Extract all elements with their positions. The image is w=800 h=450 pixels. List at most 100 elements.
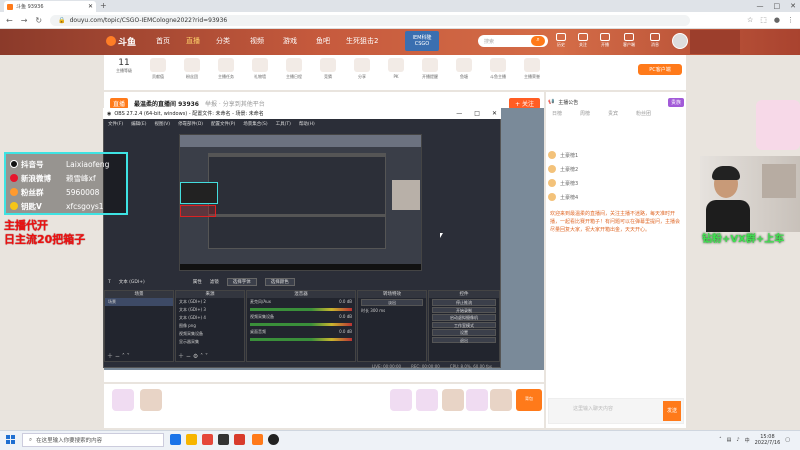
clock[interactable]: 15:08 2022/7/16 [755, 434, 781, 446]
tab-weekly[interactable]: 周榜 [580, 110, 590, 117]
tab-close-icon[interactable]: ✕ [88, 3, 93, 10]
chrome-icon[interactable] [170, 434, 181, 445]
obs-close-button[interactable]: ✕ [492, 110, 497, 117]
message-button[interactable]: 消息 [646, 33, 664, 48]
room-stat-pond[interactable]: 鱼塘 [448, 58, 480, 80]
room-stat-honor[interactable]: 主播荣誉 [516, 58, 548, 80]
room-stat-giftwall[interactable]: 礼物墙 [244, 58, 276, 80]
gift-item[interactable] [490, 389, 512, 411]
nav-special[interactable]: 生死狙击2 [346, 36, 378, 46]
client-button[interactable]: 客户端 [620, 33, 638, 48]
obs-maximize-button[interactable]: □ [474, 110, 480, 117]
nav-video[interactable]: 视频 [250, 36, 264, 46]
new-tab-button[interactable]: + [100, 1, 107, 10]
obs-menu-tools[interactable]: 工具(T) [276, 121, 291, 127]
history-button[interactable]: 历史 [552, 33, 570, 48]
tab-fans[interactable]: 粉丝团 [636, 110, 651, 117]
noble-badge[interactable]: 贵族 [667, 97, 684, 107]
source-item[interactable]: 文本 (GDI+) 3 [176, 306, 244, 314]
obs-menu-edit[interactable]: 编辑(E) [131, 121, 146, 127]
gift-item[interactable] [442, 389, 464, 411]
obs-taskbar-icon[interactable] [268, 434, 279, 445]
source-item[interactable]: 文本 (GDI+) 4 [176, 314, 244, 322]
transition-select[interactable]: 淡出 [361, 299, 423, 306]
obs-menu-scenes[interactable]: 场景集合(S) [243, 121, 267, 127]
taskbar-search[interactable]: ⌕ 在这里输入你要搜索的内容 [22, 433, 164, 447]
pc-client-button[interactable]: PC客户端 [638, 64, 682, 75]
back-icon[interactable]: ← [6, 16, 13, 25]
side-decoration[interactable] [756, 100, 800, 150]
forward-icon[interactable]: → [21, 16, 28, 25]
obs-menu-profile[interactable]: 配置文件(P) [211, 121, 235, 127]
gift-item[interactable] [466, 389, 488, 411]
obs-menu-help[interactable]: 帮助(H) [299, 121, 315, 127]
properties-button[interactable]: 属性 [193, 279, 202, 285]
maximize-button[interactable]: □ [774, 2, 781, 10]
duration-value[interactable]: 300 ms [370, 308, 385, 313]
stop-streaming-button[interactable]: 停止推流 [432, 299, 496, 306]
gift-item[interactable] [416, 389, 438, 411]
source-item[interactable]: 图像 png [176, 322, 244, 330]
app-icon[interactable] [202, 434, 213, 445]
room-stat-remind[interactable]: 开播提醒 [414, 58, 446, 80]
reload-icon[interactable]: ↻ [35, 16, 42, 25]
nav-live[interactable]: 直播 [186, 36, 200, 46]
room-stat-fans[interactable]: 粉丝团 [176, 58, 208, 80]
settings-button[interactable]: 设置 [432, 329, 496, 336]
browser-tab[interactable]: 斗鱼 93936 ✕ [4, 1, 96, 12]
source-controls[interactable]: ＋ − ⚙ ˄ ˅ [178, 351, 208, 360]
nav-category[interactable]: 分类 [216, 36, 230, 46]
anchor-level[interactable]: 11 主播等级 [108, 58, 140, 74]
rank-item[interactable]: 土豪榜4 [548, 190, 680, 204]
scene-controls[interactable]: ＋ − ˄ ˅ [107, 351, 130, 360]
notification-icon[interactable]: ▢ [785, 437, 790, 443]
nav-event-banner[interactable]: IEM科隆 CSGO [405, 31, 439, 51]
room-subtitle[interactable]: 举报 · 分享到其他平台 [205, 99, 265, 108]
app-icon[interactable] [218, 434, 229, 445]
room-stat-guess[interactable]: 竞猜 [312, 58, 344, 80]
start-live-button[interactable]: 开播 [596, 33, 614, 48]
obs-menu-file[interactable]: 文件(F) [108, 121, 123, 127]
douyu-taskbar-icon[interactable] [252, 434, 263, 445]
volume-meter[interactable] [250, 308, 352, 311]
room-stat-anchor[interactable]: 斗鱼主播 [482, 58, 514, 80]
select-font-button[interactable]: 选择字体 [226, 278, 257, 286]
obs-minimize-button[interactable]: — [456, 110, 462, 117]
room-stat-task[interactable]: 主播任务 [210, 58, 242, 80]
start-recording-button[interactable]: 开始录制 [432, 306, 496, 313]
extension-icon[interactable]: ⬚ [760, 16, 767, 24]
follow-list-button[interactable]: 关注 [574, 33, 592, 48]
virtual-camera-button[interactable]: 启动虚拟摄像机 [432, 314, 496, 321]
filters-button[interactable]: 滤镜 [210, 279, 219, 285]
volume-meter[interactable] [250, 338, 352, 341]
rank-item[interactable]: 土豪榜1 [548, 148, 680, 162]
rank-item[interactable]: 土豪榜3 [548, 176, 680, 190]
backpack-button[interactable]: 背包 [516, 389, 542, 411]
tab-vip[interactable]: 贵宾 [608, 110, 618, 117]
volume-meter[interactable] [250, 323, 352, 326]
gift-item[interactable] [140, 389, 162, 411]
room-stat-pk[interactable]: PK [380, 58, 412, 79]
input-language[interactable]: 中 [745, 437, 750, 444]
exit-button[interactable]: 退出 [432, 336, 496, 343]
source-item[interactable]: 显示器采集 [176, 338, 244, 346]
tray-arrow-icon[interactable]: ˄ [719, 437, 722, 443]
obs-menu-docks[interactable]: 停靠部件(D) [178, 121, 203, 127]
network-icon[interactable]: ▤ [727, 437, 732, 443]
search-icon[interactable]: ⌕ [531, 36, 545, 46]
close-window-button[interactable]: ✕ [790, 2, 796, 10]
volume-icon[interactable]: ♪ [736, 437, 739, 443]
chat-input[interactable]: 这里输入聊天内容 发送 [548, 398, 684, 424]
select-color-button[interactable]: 选择颜色 [264, 278, 295, 286]
minimize-button[interactable]: — [757, 2, 764, 10]
gift-item[interactable] [390, 389, 412, 411]
menu-icon[interactable]: ⋮ [787, 16, 794, 24]
user-avatar[interactable] [672, 33, 688, 49]
site-logo[interactable]: 斗鱼 [106, 34, 136, 48]
scene-item[interactable]: 场景 [105, 298, 173, 306]
source-item[interactable]: 文本 (GDI+) 2 [176, 298, 244, 306]
header-promo-banner[interactable] [690, 30, 740, 54]
windows-start-icon[interactable] [6, 435, 15, 444]
studio-mode-button[interactable]: 工作室模式 [432, 321, 496, 328]
follow-button[interactable]: + 关注 [509, 97, 540, 109]
